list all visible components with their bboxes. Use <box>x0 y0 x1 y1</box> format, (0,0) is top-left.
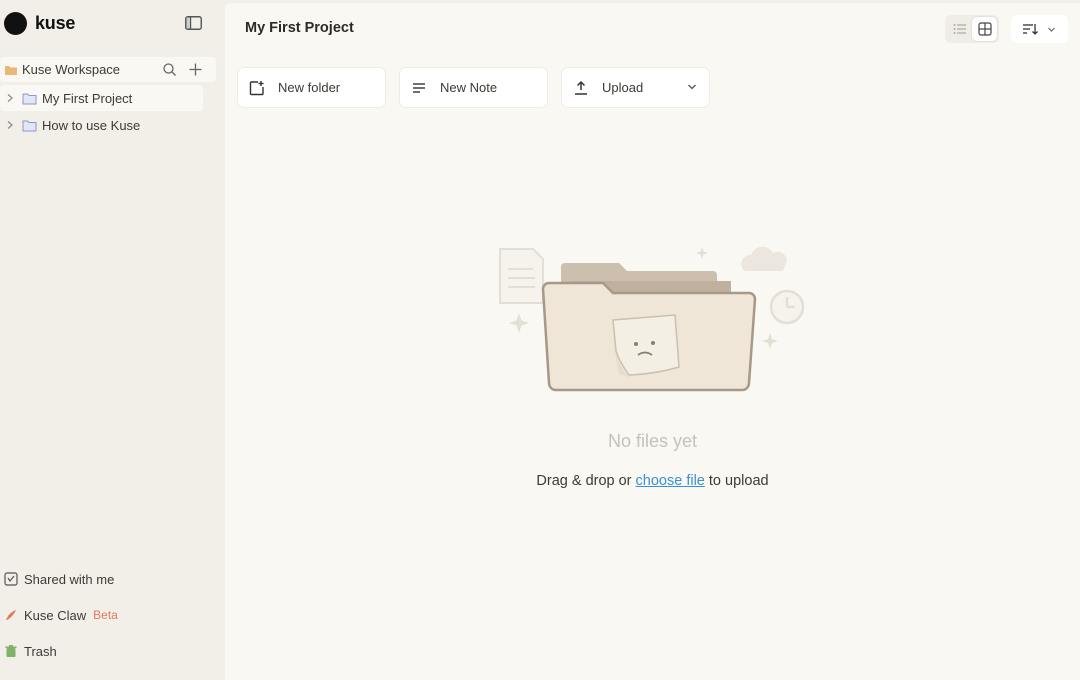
chevron-down-icon <box>1048 27 1055 32</box>
app-window: kuse Kuse Workspace My First Project How… <box>0 0 1080 680</box>
brand[interactable]: kuse <box>4 11 75 35</box>
view-toggle <box>945 15 999 43</box>
grid-icon <box>977 22 992 36</box>
new-note-button[interactable]: New Note <box>400 68 547 107</box>
claw-icon <box>6 610 16 620</box>
shared-with-me-label: Shared with me <box>24 571 115 587</box>
choose-file-link[interactable]: choose file <box>636 473 705 489</box>
sort-button[interactable] <box>1011 15 1068 43</box>
shared-with-me-link[interactable]: Shared with me <box>0 568 114 590</box>
empty-state-title: No files yet <box>607 431 698 451</box>
sidebar-toggle-icon[interactable] <box>184 14 202 32</box>
kuse-claw-link[interactable]: Kuse Claw Beta <box>0 604 118 626</box>
workspace-row[interactable]: Kuse Workspace <box>0 57 216 82</box>
workspace-label: Kuse Workspace <box>22 62 121 77</box>
document-icon <box>499 248 544 304</box>
page-title: My First Project <box>245 20 354 36</box>
list-icon <box>953 24 966 34</box>
empty-sub-after: to upload <box>704 473 769 489</box>
sort-icon <box>1023 24 1038 35</box>
grid-view-button[interactable] <box>972 17 997 41</box>
new-note-label: New Note <box>440 80 498 95</box>
search-icon[interactable] <box>162 62 177 77</box>
clock-icon <box>769 289 805 325</box>
chevron-down-icon[interactable] <box>687 82 697 92</box>
trash-icon <box>5 645 17 657</box>
new-folder-button[interactable]: New folder <box>238 68 385 107</box>
tree-item-my-first-project[interactable]: My First Project <box>0 85 203 111</box>
empty-state-subtitle: Drag & drop or choose file to upload <box>225 473 1080 489</box>
upload-label: Upload <box>602 80 644 95</box>
workspace-folder-icon <box>5 65 17 75</box>
empty-sub-before: Drag & drop or <box>536 473 636 489</box>
list-view-button[interactable] <box>947 17 972 41</box>
tree-item-label: How to use Kuse <box>42 117 141 133</box>
main-panel: My First Project New folder New Note Upl… <box>225 3 1080 680</box>
sidebar: kuse Kuse Workspace My First Project How… <box>0 0 225 680</box>
trash-link[interactable]: Trash <box>0 640 57 662</box>
upload-icon <box>575 80 587 95</box>
note-icon <box>413 82 425 93</box>
tree-item-how-to-use-kuse[interactable]: How to use Kuse <box>0 112 203 138</box>
empty-folder-illustration <box>499 246 805 392</box>
upload-button[interactable]: Upload <box>562 68 709 107</box>
add-icon[interactable] <box>188 62 203 77</box>
chevron-right-icon[interactable] <box>5 120 15 130</box>
beta-badge: Beta <box>93 608 118 622</box>
shared-icon <box>4 572 18 586</box>
new-folder-label: New folder <box>278 80 341 95</box>
chevron-right-icon[interactable] <box>5 93 15 103</box>
folder-icon <box>22 120 37 131</box>
trash-label: Trash <box>24 643 57 659</box>
kuse-logo <box>4 11 27 35</box>
folder-icon <box>22 93 37 104</box>
brand-name: kuse <box>35 12 76 33</box>
new-folder-icon <box>249 80 264 95</box>
tree-item-label: My First Project <box>42 90 133 106</box>
kuse-claw-label: Kuse Claw <box>24 607 87 623</box>
